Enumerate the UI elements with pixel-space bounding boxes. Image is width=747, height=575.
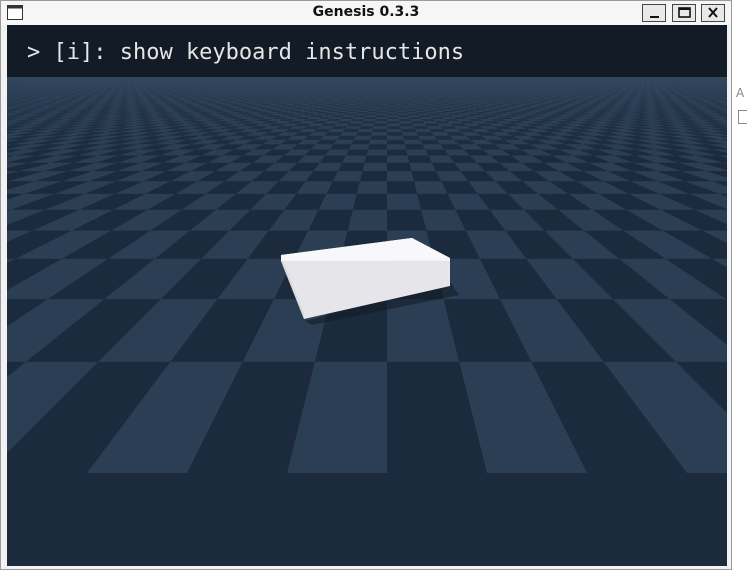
minimize-icon xyxy=(650,16,659,18)
close-icon xyxy=(708,7,718,18)
scene-canvas xyxy=(7,25,727,566)
maximize-icon xyxy=(678,7,691,18)
close-button[interactable] xyxy=(701,4,725,22)
3d-viewport[interactable]: > [i]: show keyboard instructions xyxy=(7,25,727,566)
window-title: Genesis 0.3.3 xyxy=(312,4,420,20)
maximize-button[interactable] xyxy=(672,4,696,22)
genesis-window: Genesis 0.3.3 > [i]: show keyboard instr… xyxy=(0,0,732,570)
title-bar[interactable]: Genesis 0.3.3 xyxy=(1,1,731,25)
minimize-button[interactable] xyxy=(642,4,666,22)
